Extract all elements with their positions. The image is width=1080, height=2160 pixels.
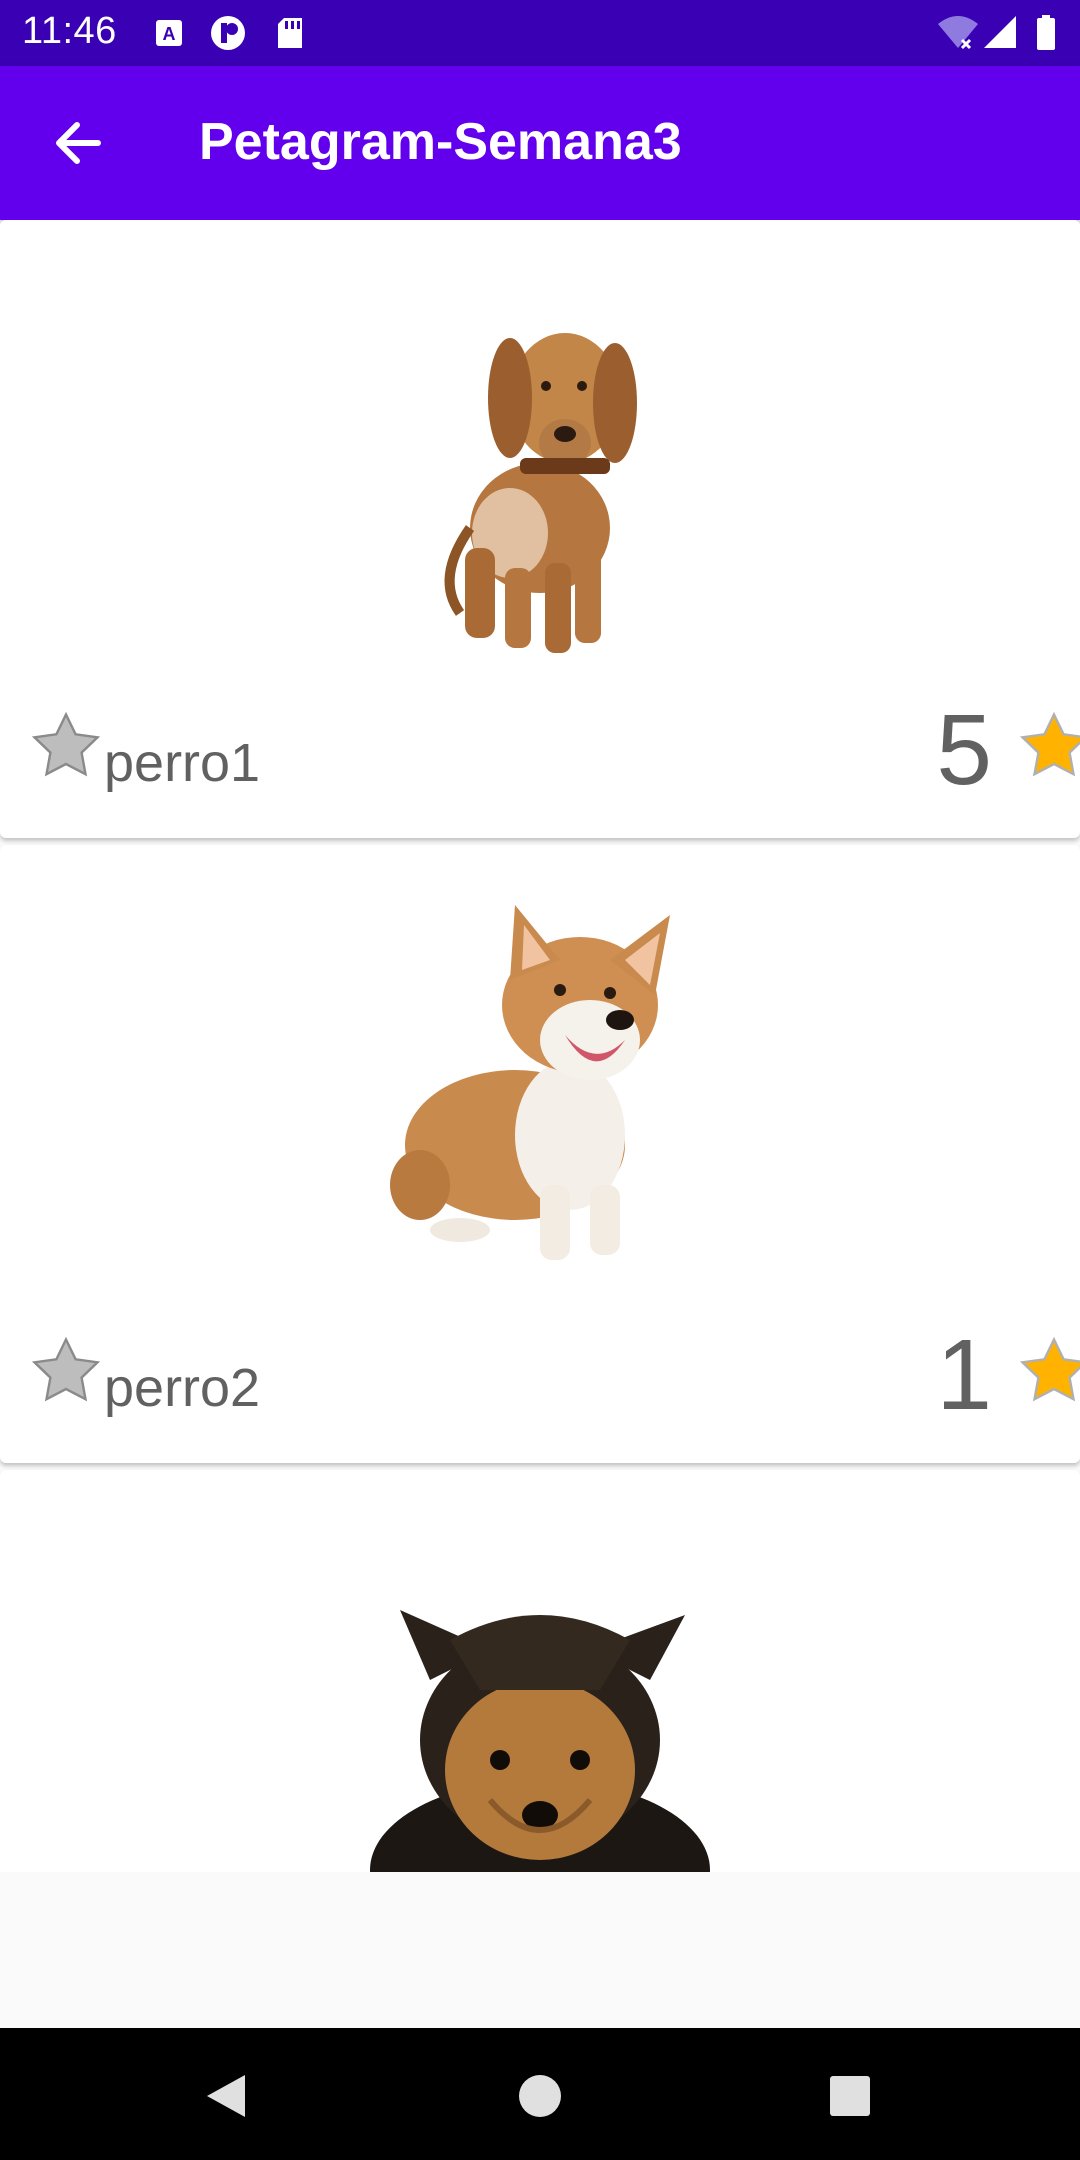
pet-photo (444, 333, 637, 653)
rating-count: 1 (936, 1319, 992, 1431)
battery-icon (1037, 15, 1055, 50)
pet-card[interactable]: perro1 5 (0, 220, 1080, 838)
pet-card[interactable]: perro2 1 (0, 845, 1080, 1463)
pet-photo (390, 905, 670, 1260)
recents-square-icon (830, 2076, 870, 2116)
back-button[interactable] (28, 102, 126, 184)
svg-text:A: A (163, 24, 176, 44)
pet-name: perro2 (104, 1358, 261, 1418)
pet-list[interactable]: perro1 5 perro2 1 (0, 220, 1080, 1872)
pocket-icon (211, 16, 245, 50)
rating-star-icon (1019, 1336, 1080, 1402)
home-circle-icon (519, 2075, 561, 2117)
app-bar: Petagram-Semana3 (0, 66, 1080, 220)
like-star-icon[interactable] (30, 710, 102, 782)
nav-recents-button[interactable] (810, 2056, 890, 2136)
back-triangle-icon (207, 2075, 245, 2117)
rating-star-icon (1019, 711, 1080, 777)
nav-back-button[interactable] (186, 2056, 266, 2136)
status-time: 11:46 (22, 10, 117, 52)
rating-count: 5 (936, 694, 992, 806)
status-bar: 11:46 A (0, 0, 1080, 66)
pet-name: perro1 (104, 733, 261, 793)
a-notification-icon: A (156, 20, 182, 46)
pet-card[interactable] (0, 1470, 1080, 1872)
cellular-signal-icon (984, 16, 1016, 48)
arrow-back-icon (56, 122, 101, 164)
nav-home-button[interactable] (500, 2056, 580, 2136)
app-title: Petagram-Semana3 (199, 113, 682, 171)
pet-photo (370, 1610, 710, 1872)
wifi-no-internet-icon (938, 16, 978, 50)
navigation-bar (0, 2028, 1080, 2160)
sd-card-icon (278, 18, 302, 48)
like-star-icon[interactable] (30, 1335, 102, 1407)
